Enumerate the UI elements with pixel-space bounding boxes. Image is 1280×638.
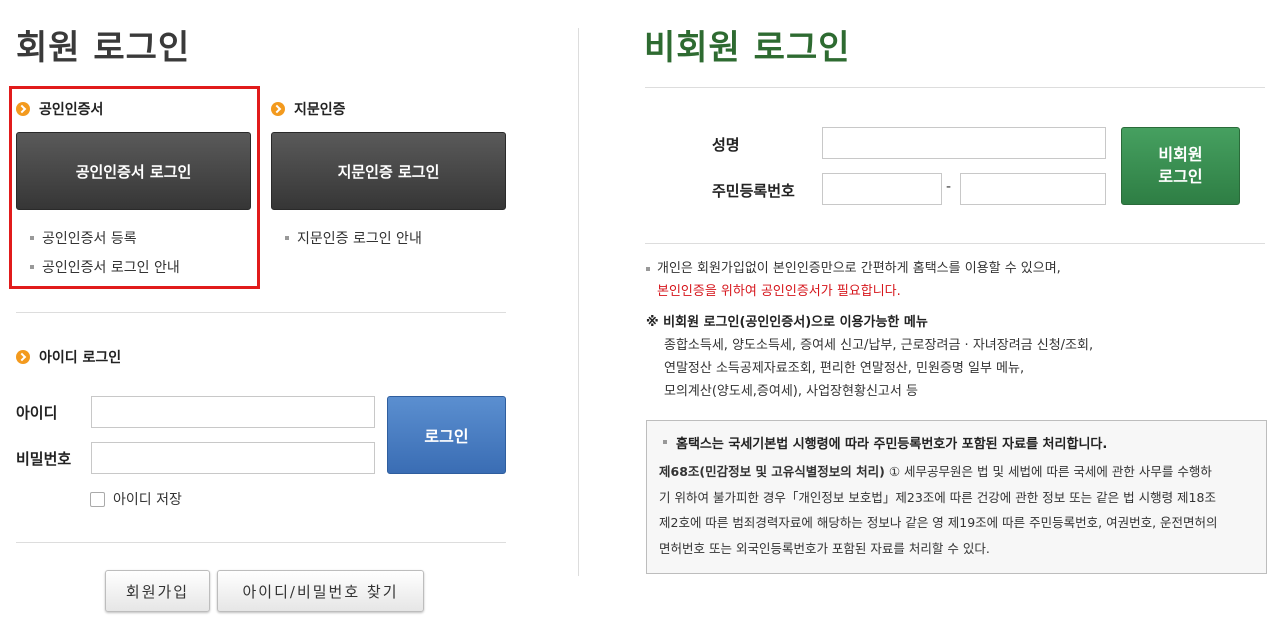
signup-button[interactable]: 회원가입 (105, 570, 210, 612)
fingerprint-link-list: 지문인증 로그인 안내 (285, 223, 422, 252)
notice-body: 제68조(민감정보 및 고유식별정보의 처리) ① 세무공무원은 법 및 세법에… (659, 459, 1254, 561)
menu-line-3: 모의계산(양도세,증여세), 사업장현황신고서 등 (664, 384, 918, 399)
column-divider (578, 28, 579, 576)
menu-line-2: 연말정산 소득공제자료조회, 편리한 연말정산, 민원증명 일부 메뉴, (664, 361, 1025, 376)
notice-line-2: 기 위하여 불가피한 경우「개인정보 보호법」제23조에 따른 건강에 관한 정… (659, 489, 1216, 505)
id-input[interactable] (91, 396, 375, 428)
notice-line-4: 면허번호 또는 외국인등록번호가 포함된 자료를 처리할 수 있다. (659, 540, 990, 556)
privacy-notice-box: 홈택스는 국세기본법 시행령에 따라 주민등록번호가 포함된 자료를 처리합니다… (646, 420, 1267, 574)
fingerprint-heading-label: 지문인증 (294, 102, 346, 118)
id-label: 아이디 (16, 404, 58, 422)
section-divider (16, 312, 506, 313)
bottom-divider (16, 542, 506, 543)
name-input[interactable] (822, 127, 1106, 159)
fingerprint-section-heading: 지문인증 (271, 99, 346, 119)
menu-heading: ※ 비회원 로그인(공인인증서)으로 이용가능한 메뉴 (646, 315, 928, 330)
orange-arrow-bullet-icon (16, 350, 30, 364)
nonmember-mid-divider (645, 243, 1265, 244)
rrn-second-input[interactable] (960, 173, 1106, 205)
id-login-heading: 아이디 로그인 (16, 347, 121, 367)
nonmember-login-button-line2: 로그인 (1158, 167, 1203, 186)
notice-line-1: 제68조(민감정보 및 고유식별정보의 처리) ① 세무공무원은 법 및 세법에… (659, 459, 1254, 485)
rrn-first-input[interactable] (822, 173, 942, 205)
notice-heading: 홈택스는 국세기본법 시행령에 따라 주민등록번호가 포함된 자료를 처리합니다… (659, 431, 1254, 453)
id-login-button[interactable]: 로그인 (387, 396, 506, 474)
info-line-2: 본인인증을 위하여 공인인증서가 필요합니다. (657, 284, 901, 299)
info-line-1: 개인은 회원가입없이 본인인증만으로 간편하게 홈택스를 이용할 수 있으며, (646, 257, 1061, 280)
square-bullet-icon (646, 266, 650, 271)
rrn-label: 주민등록번호 (712, 182, 795, 200)
save-id-label: 아이디 저장 (113, 492, 182, 508)
member-login-title: 회원 로그인 (16, 28, 191, 68)
nonmember-top-divider (645, 87, 1265, 88)
info-line-1-text: 개인은 회원가입없이 본인인증만으로 간편하게 홈택스를 이용할 수 있으며, (657, 261, 1061, 276)
fingerprint-login-button[interactable]: 지문인증 로그인 (271, 132, 506, 210)
orange-arrow-bullet-icon (271, 102, 285, 116)
password-label: 비밀번호 (16, 450, 72, 468)
fingerprint-guide-link[interactable]: 지문인증 로그인 안내 (285, 223, 422, 252)
cert-highlight-box (9, 86, 260, 289)
save-id-checkbox[interactable] (90, 491, 105, 507)
menu-line-1: 종합소득세, 양도소득세, 증여세 신고/납부, 근로장려금 · 자녀장려금 신… (664, 338, 1094, 353)
nonmember-login-button-line1: 비회원 (1158, 145, 1203, 164)
nonmember-menu-info: ※ 비회원 로그인(공인인증서)으로 이용가능한 메뉴 종합소득세, 양도소득세… (646, 311, 1093, 403)
save-id-option[interactable]: 아이디 저장 (90, 489, 182, 509)
rrn-separator: - (946, 179, 952, 195)
nonmember-login-title: 비회원 로그인 (644, 28, 851, 68)
id-login-heading-label: 아이디 로그인 (39, 350, 122, 366)
notice-article-title: 제68조(민감정보 및 고유식별정보의 처리) (659, 464, 885, 479)
nonmember-info: 개인은 회원가입없이 본인인증만으로 간편하게 홈택스를 이용할 수 있으며, … (646, 257, 1061, 303)
notice-line-1-text: ① 세무공무원은 법 및 세법에 따른 국세에 관한 사무를 수행하 (884, 464, 1212, 479)
find-id-password-button[interactable]: 아이디/비밀번호 찾기 (217, 570, 424, 612)
name-label: 성명 (712, 136, 740, 154)
notice-line-3: 제2호에 따른 범죄경력자료에 해당하는 정보나 같은 영 제19조에 따른 주… (659, 515, 1218, 530)
password-input[interactable] (91, 442, 375, 474)
nonmember-login-button[interactable]: 비회원 로그인 (1121, 127, 1240, 205)
